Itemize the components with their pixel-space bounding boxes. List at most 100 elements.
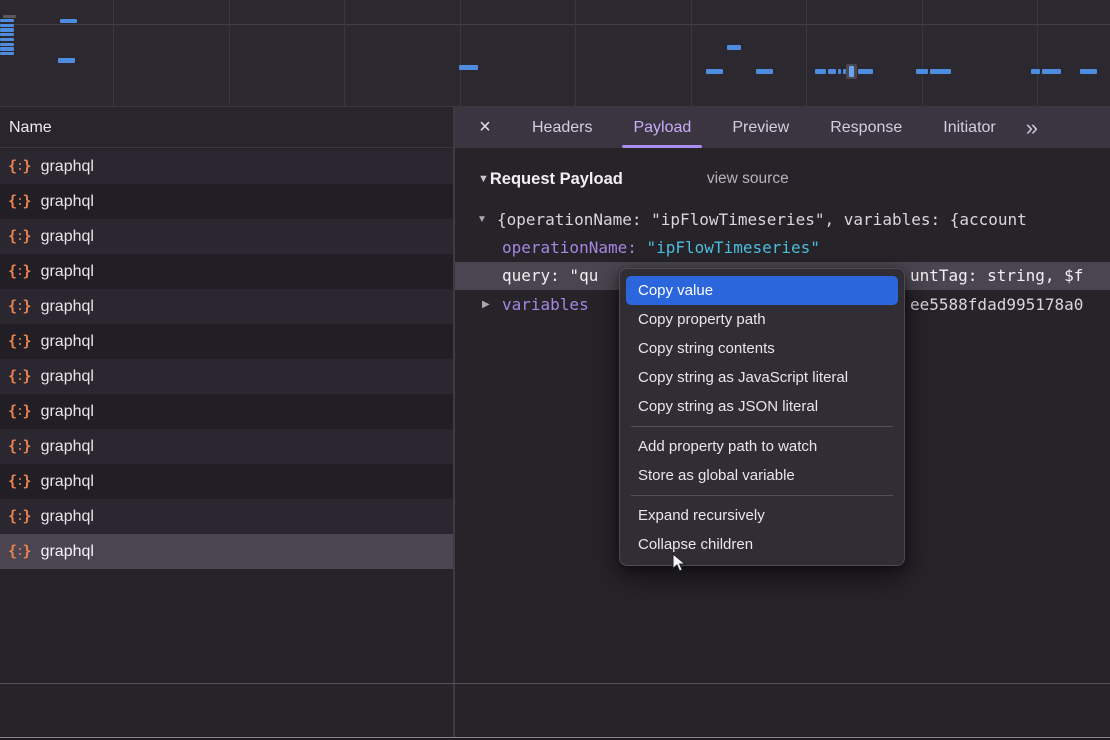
mouse-cursor [672,553,687,573]
request-row[interactable]: {} graphql [0,464,453,499]
name-column-header[interactable]: Name [0,107,453,148]
request-row[interactable]: {} graphql [0,429,453,464]
request-name: graphql [41,263,94,281]
json-icon: {} [8,334,32,349]
network-activity-bar [0,19,14,22]
network-activity-bar [459,65,478,70]
request-name: graphql [41,403,94,421]
network-activity-bar [916,69,928,74]
json-icon: {} [8,509,32,524]
network-activity-bar [815,69,826,74]
property-key: variables [502,295,589,314]
property-key: operationName: [502,238,637,257]
devtools-network-panel: Name {}graphql{}graphql{}graphql{}graphq… [0,0,1110,740]
request-row[interactable]: {}graphql [0,184,453,219]
menu-separator [631,495,893,496]
request-row[interactable]: {} graphql [0,359,453,394]
payload-root-row[interactable]: ▼ {operationName: "ipFlowTimeseries", va… [455,206,1110,233]
expand-triangle-icon[interactable]: ▼ [477,206,487,233]
tab-payload[interactable]: Payload [617,107,707,148]
network-activity-bar [828,69,836,74]
json-icon: {} [8,544,32,559]
overview-gridline [691,0,692,106]
network-activity-bar [0,52,14,55]
close-icon[interactable]: × [471,116,499,139]
request-name: graphql [41,473,94,491]
json-icon: {} [8,159,32,174]
request-row[interactable]: {} graphql [0,219,453,254]
variables-text-right: ee5588fdad995178a0 [910,291,1083,318]
view-source-link[interactable]: view source [707,170,789,188]
request-name: graphql [41,193,94,211]
network-activity-bar [0,28,14,31]
request-row[interactable]: {} graphql [0,534,453,569]
network-activity-bar [849,66,854,77]
request-row[interactable]: {}graphql [0,289,453,324]
request-name: graphql [41,438,94,456]
menu-item-copy-value[interactable]: Copy value [626,276,898,305]
request-name: graphql [41,298,94,316]
request-row[interactable]: {} graphql [0,394,453,429]
network-activity-bar [756,69,773,74]
detail-tab-bar: × HeadersPayloadPreviewResponseInitiator… [455,107,1110,148]
menu-item-copy-property-path[interactable]: Copy property path [626,305,898,334]
request-table: Name {}graphql{}graphql{}graphql{}graphq… [0,107,453,683]
overview-gridline [460,0,461,106]
request-payload-section-header: ▼ Request Payload view source [455,164,789,194]
summary-footer [0,684,1110,737]
context-menu: Copy valueCopy property pathCopy string … [619,268,905,566]
overview-gridline [1037,0,1038,106]
request-name: graphql [41,333,94,351]
request-name: graphql [41,543,94,561]
section-collapse-icon[interactable]: ▼ [478,173,489,185]
overview-gridline [575,0,576,106]
menu-item-store-as-global-variable[interactable]: Store as global variable [626,461,898,490]
menu-item-collapse-children[interactable]: Collapse children [626,530,898,559]
request-row[interactable]: {} graphql [0,324,453,359]
network-activity-bar [58,58,75,63]
tab-headers[interactable]: Headers [516,107,608,148]
json-icon: {} [8,229,32,244]
request-name: graphql [41,228,94,246]
query-text-left: query: "qu [502,262,598,290]
request-name: graphql [41,158,94,176]
tab-initiator[interactable]: Initiator [927,107,1011,148]
menu-item-copy-string-as-javascript-literal[interactable]: Copy string as JavaScript literal [626,363,898,392]
json-icon: {} [8,369,32,384]
property-value: "ipFlowTimeseries" [647,238,820,257]
request-name: graphql [41,508,94,526]
json-icon: {} [8,264,32,279]
name-column-label: Name [9,119,52,136]
overview-band-divider [0,24,1110,25]
menu-item-copy-string-contents[interactable]: Copy string contents [626,334,898,363]
network-overview-timeline[interactable] [0,0,1110,107]
overview-gridline [922,0,923,106]
network-activity-bar [1042,69,1061,74]
network-activity-bar [930,69,951,74]
network-activity-bar [0,47,14,50]
request-name: graphql [41,368,94,386]
menu-item-add-property-path-to-watch[interactable]: Add property path to watch [626,432,898,461]
network-activity-bar [706,69,723,74]
tab-response[interactable]: Response [814,107,918,148]
more-tabs-icon[interactable]: » [1026,115,1035,141]
menu-item-copy-string-as-json-literal[interactable]: Copy string as JSON literal [626,392,898,421]
overview-gridline [344,0,345,106]
request-row[interactable]: {} graphql [0,149,453,184]
request-payload-title: Request Payload [490,170,623,189]
json-icon: {} [8,404,32,419]
network-activity-bar [60,19,77,23]
network-activity-bar [0,38,14,41]
expand-triangle-icon[interactable]: ▶ [482,291,490,318]
request-row[interactable]: {} graphql [0,254,453,289]
request-row[interactable]: {} graphql [0,499,453,534]
menu-item-expand-recursively[interactable]: Expand recursively [626,501,898,530]
network-activity-bar [1080,69,1097,74]
menu-separator [631,426,893,427]
request-list: {} graphql {} graphql {} graphql {} graphql {} gr… [0,149,453,683]
json-icon: {} [8,439,32,454]
overview-gridline [113,0,114,106]
json-icon: {} [8,474,32,489]
operation-name-row[interactable]: operationName: "ipFlowTimeseries" [455,234,1110,261]
tab-preview[interactable]: Preview [716,107,805,148]
